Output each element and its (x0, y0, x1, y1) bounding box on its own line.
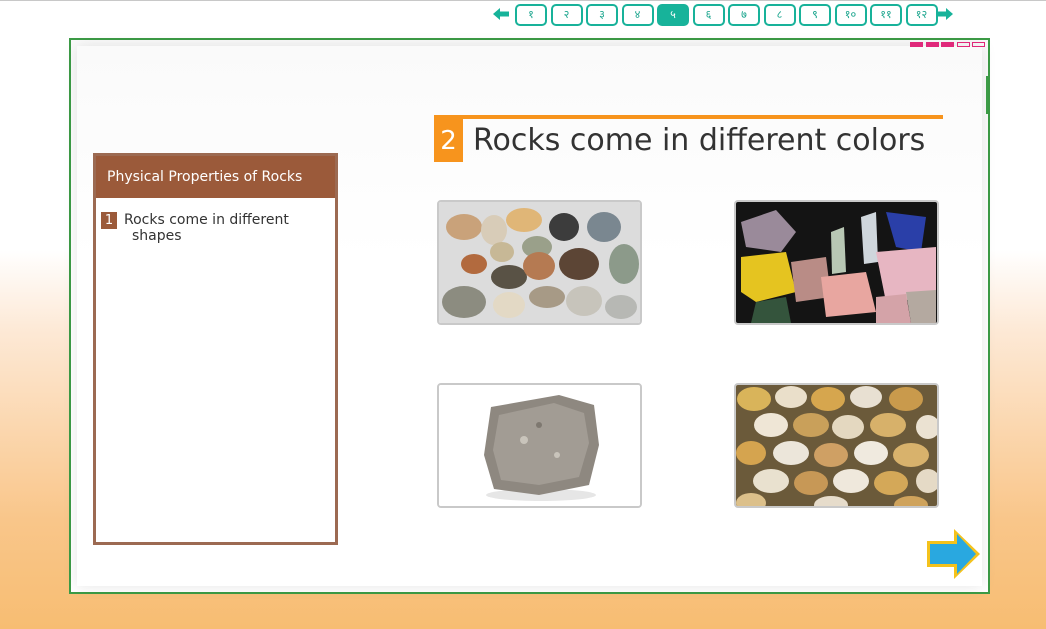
sidebar-item-label: Rocks come in different shapes (124, 212, 324, 244)
mineral-crystals-image[interactable] (734, 200, 939, 325)
page-button-6[interactable]: ६ (692, 4, 725, 26)
sidebar-item-label-line1: Rocks come in different (124, 212, 289, 228)
river-stones-image[interactable] (734, 383, 939, 508)
progress-segment (956, 42, 970, 47)
gray-rock-image[interactable] (437, 383, 642, 508)
page-button-7[interactable]: ७ (728, 4, 760, 26)
page-button-8[interactable]: ८ (763, 4, 796, 26)
page-button-12[interactable]: १२ (905, 4, 938, 26)
progress-segment (972, 42, 985, 47)
slide-stage: Physical Properties of Rocks 1 Rocks com… (69, 38, 990, 594)
page-button-10[interactable]: १० (834, 4, 867, 26)
next-slide-button[interactable] (924, 527, 982, 581)
sidebar-item-label-line2: shapes (132, 228, 182, 244)
sidebar-title: Physical Properties of Rocks (96, 156, 335, 198)
next-page-arrow[interactable] (936, 6, 954, 22)
top-divider (0, 0, 1046, 1)
progress-segment (910, 42, 923, 47)
page-button-2[interactable]: २ (550, 4, 583, 26)
sidebar-item-number: 1 (101, 212, 117, 229)
stage-edge-mark (986, 76, 988, 114)
prev-page-arrow[interactable] (492, 6, 510, 22)
slide-title: Rocks come in different colors (473, 123, 926, 158)
arrow-left-icon (493, 8, 509, 20)
page-button-3[interactable]: ३ (586, 4, 618, 26)
page-button-9[interactable]: ९ (799, 4, 831, 26)
page-button-11[interactable]: ११ (870, 4, 902, 26)
progress-segment (941, 42, 954, 47)
slide-number: 2 (434, 119, 463, 162)
arrow-right-icon (927, 529, 980, 579)
arrow-right-icon (937, 8, 953, 20)
assorted-pebbles-image[interactable] (437, 200, 642, 325)
topic-sidebar: Physical Properties of Rocks 1 Rocks com… (93, 153, 338, 545)
page-button-1[interactable]: १ (515, 4, 547, 26)
page-button-5[interactable]: ५ (657, 4, 689, 26)
page-button-4[interactable]: ४ (621, 4, 654, 26)
progress-segment (925, 42, 939, 47)
